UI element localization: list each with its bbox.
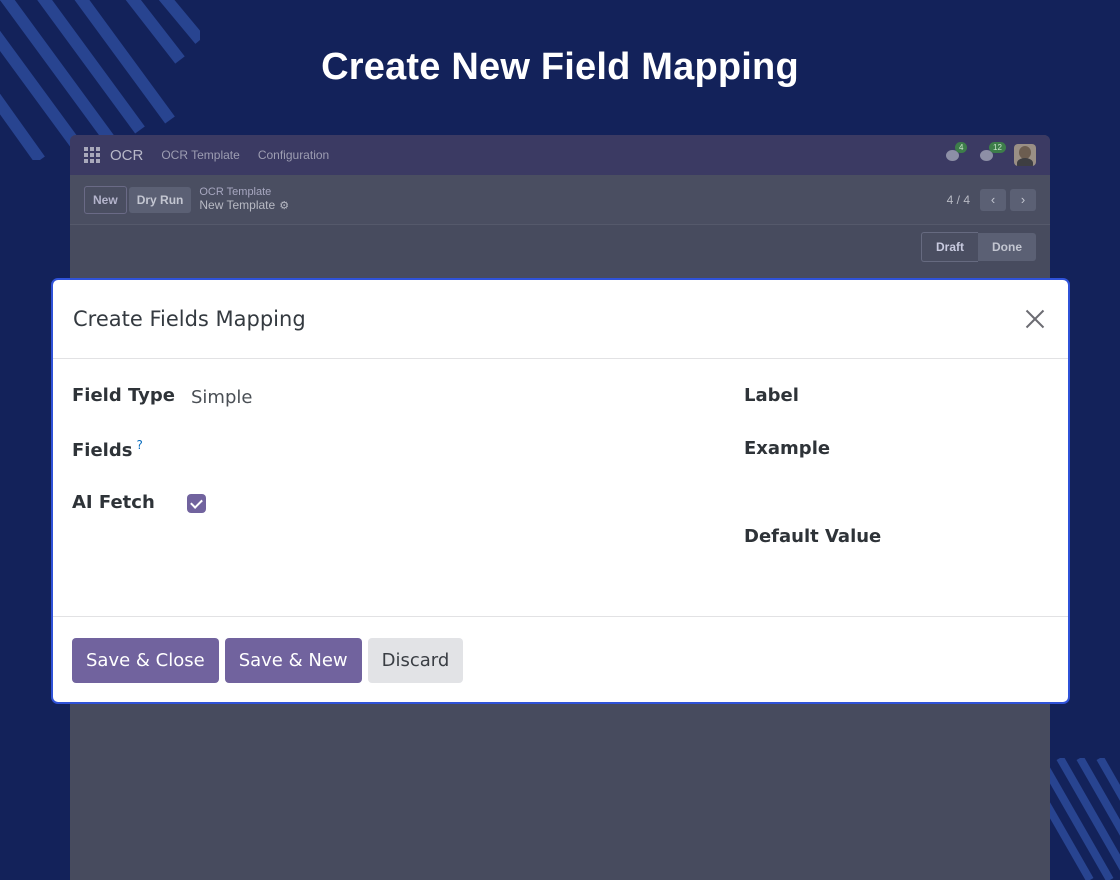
fields-label: Fields xyxy=(72,440,133,461)
close-icon[interactable] xyxy=(1022,306,1048,332)
stage-done[interactable]: Done xyxy=(978,233,1036,261)
control-panel: New Dry Run OCR Template New Template ⚙ 4… xyxy=(70,175,1050,225)
save-close-button[interactable]: Save & Close xyxy=(72,638,219,683)
ai-fetch-checkbox[interactable] xyxy=(187,494,206,513)
save-new-button[interactable]: Save & New xyxy=(224,638,362,683)
nav-item-configuration[interactable]: Configuration xyxy=(258,148,329,162)
stage-draft[interactable]: Draft xyxy=(920,232,978,262)
gear-icon[interactable]: ⚙ xyxy=(279,200,289,212)
activities-icon[interactable]: 12 xyxy=(980,142,1006,162)
default-value-label: Default Value xyxy=(744,526,882,547)
messages-icon[interactable]: 4 xyxy=(946,142,968,162)
ai-fetch-label: AI Fetch xyxy=(72,492,155,513)
modal-body: Field Type Simple Fields? AI Fetch Label… xyxy=(53,359,1068,617)
example-field-label: Example xyxy=(744,438,831,459)
label-field-label: Label xyxy=(744,385,799,406)
apps-grid-icon[interactable] xyxy=(84,147,100,163)
nav-app-name[interactable]: OCR xyxy=(110,147,143,164)
new-button[interactable]: New xyxy=(84,185,127,214)
nav-item-ocr-template[interactable]: OCR Template xyxy=(161,148,239,162)
hero-title: Create New Field Mapping xyxy=(321,46,799,88)
breadcrumb-current: New Template xyxy=(199,198,276,212)
modal-footer: Save & Close Save & New Discard xyxy=(53,617,1068,704)
status-bar: Draft Done xyxy=(70,225,1050,269)
activities-badge: 12 xyxy=(989,142,1006,153)
dry-run-button[interactable]: Dry Run xyxy=(128,186,192,213)
top-navbar: OCR OCR Template Configuration 4 12 xyxy=(70,135,1050,175)
discard-button[interactable]: Discard xyxy=(367,638,464,683)
pager-count[interactable]: 4 / 4 xyxy=(947,193,970,207)
pager: 4 / 4 ‹ › xyxy=(947,188,1036,211)
field-type-select[interactable]: Simple xyxy=(191,387,252,408)
chevron-left-icon[interactable]: ‹ xyxy=(980,188,1006,211)
help-icon[interactable]: ? xyxy=(136,438,142,452)
modal-title: Create Fields Mapping xyxy=(73,307,306,331)
breadcrumb: OCR Template New Template ⚙ xyxy=(199,186,289,213)
modal-header: Create Fields Mapping xyxy=(53,280,1068,359)
create-fields-mapping-dialog: Create Fields Mapping Field Type Simple … xyxy=(51,278,1070,704)
fields-label-wrap: Fields? xyxy=(72,438,143,461)
decorative-stripes-bottom-right xyxy=(1050,758,1120,880)
messages-badge: 4 xyxy=(955,142,968,153)
field-type-label: Field Type xyxy=(72,385,175,406)
chevron-right-icon[interactable]: › xyxy=(1010,188,1036,211)
user-avatar[interactable] xyxy=(1014,144,1036,166)
